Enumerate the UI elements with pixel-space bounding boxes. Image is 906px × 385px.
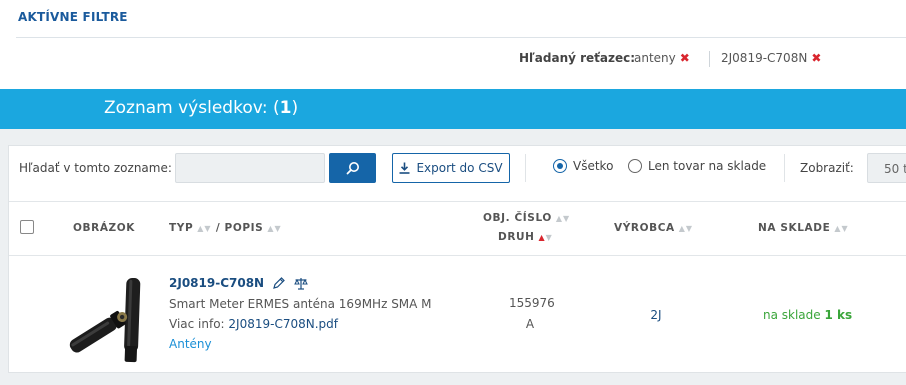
- column-header-order-no[interactable]: OBJ. ČÍSLO ▲▼: [483, 212, 570, 224]
- manufacturer-link[interactable]: 2J: [641, 308, 671, 322]
- header-slash: /: [211, 222, 225, 234]
- sort-arrows-icon[interactable]: ▲▼: [834, 224, 848, 233]
- filter-separator: [709, 51, 710, 67]
- sort-arrows-icon[interactable]: ▲▼: [679, 224, 693, 233]
- sort-arrows-icon[interactable]: ▲▼: [556, 214, 570, 223]
- search-icon: [346, 162, 359, 175]
- order-number: 155976: [509, 296, 555, 310]
- product-more-info: Viac info: 2J0819-C708N.pdf: [169, 317, 338, 331]
- toolbar-divider: [525, 154, 526, 182]
- show-count-label: Zobraziť:: [800, 161, 854, 175]
- product-kind: A: [525, 317, 535, 331]
- results-count: 1: [279, 98, 292, 118]
- column-header-manufacturer[interactable]: VÝROBCA ▲▼: [614, 222, 693, 234]
- stock-status: na sklade 1 ks: [763, 308, 853, 322]
- export-csv-label: Export do CSV: [416, 161, 503, 175]
- pencil-icon[interactable]: [272, 276, 286, 290]
- sort-arrows-icon[interactable]: ▲▼: [197, 224, 211, 233]
- search-in-list-input[interactable]: [175, 153, 325, 183]
- compare-scale-icon[interactable]: [294, 277, 308, 290]
- remove-filter-icon[interactable]: ✖: [811, 51, 821, 65]
- table-header: OBRÁZOK TYP ▲▼ / POPIS ▲▼ OBJ. ČÍSLO ▲▼ DRU…: [9, 202, 906, 256]
- product-category-link[interactable]: Antény: [169, 337, 212, 351]
- show-count-select[interactable]: 50 t: [867, 153, 906, 183]
- product-type: 2J0819-C708N: [169, 276, 308, 290]
- column-header-type-desc[interactable]: TYP ▲▼ / POPIS ▲▼: [169, 222, 282, 234]
- column-header-type[interactable]: TYP: [169, 222, 193, 234]
- filter-chip-text: anteny: [634, 51, 676, 65]
- sort-arrows-icon[interactable]: ▲▼: [267, 224, 281, 233]
- radio-in-stock-indicator[interactable]: [628, 159, 642, 173]
- column-header-stock[interactable]: NA SKLADE ▲▼: [758, 222, 849, 234]
- table-row: 2J0819-C708N Smart Meter ERMES anténa 16…: [9, 256, 906, 372]
- product-description: Smart Meter ERMES anténa 169MHz SMA M: [169, 297, 432, 311]
- stock-quantity: 1 ks: [824, 308, 853, 322]
- product-type-link[interactable]: 2J0819-C708N: [169, 276, 264, 290]
- search-in-list-label: Hľadať v tomto zozname:: [19, 161, 172, 175]
- radio-in-stock-label: Len tovar na sklade: [648, 159, 767, 173]
- results-header-bar: Zoznam výsledkov: (1): [0, 89, 906, 129]
- radio-all-indicator[interactable]: [553, 159, 567, 173]
- column-header-kind[interactable]: DRUH ▲▼: [498, 231, 553, 243]
- search-button[interactable]: [329, 153, 376, 183]
- filter-chip-part-number: 2J0819-C708N ✖: [721, 51, 821, 65]
- filter-chip-text: 2J0819-C708N: [721, 51, 808, 65]
- list-toolbar: Hľadať v tomto zozname: Export do CSV Vš…: [9, 146, 906, 202]
- filter-chip-anteny: anteny ✖: [634, 51, 690, 65]
- remove-filter-icon[interactable]: ✖: [680, 51, 690, 65]
- sort-arrows-active-icon[interactable]: ▲▼: [539, 233, 553, 242]
- active-filters-title: AKTÍVNE FILTRE: [18, 10, 128, 24]
- active-filters: Hľadaný reťazec: anteny ✖ 2J0819-C708N ✖: [0, 51, 906, 69]
- filters-divider: [16, 37, 906, 38]
- results-title: Zoznam výsledkov: (1): [104, 98, 299, 118]
- export-csv-button[interactable]: Export do CSV: [392, 153, 510, 183]
- radio-all[interactable]: Všetko: [553, 159, 613, 173]
- radio-all-label: Všetko: [573, 159, 614, 173]
- column-header-desc[interactable]: POPIS: [225, 222, 264, 234]
- datasheet-link[interactable]: 2J0819-C708N.pdf: [228, 317, 338, 331]
- toolbar-divider: [784, 154, 785, 182]
- select-all-checkbox[interactable]: [20, 220, 34, 234]
- search-string-label: Hľadaný reťazec:: [519, 51, 636, 65]
- radio-in-stock[interactable]: Len tovar na sklade: [628, 159, 766, 173]
- download-icon: [399, 162, 410, 174]
- results-panel: Hľadať v tomto zozname: Export do CSV Vš…: [8, 145, 906, 373]
- column-header-image: OBRÁZOK: [73, 222, 136, 234]
- product-image[interactable]: [61, 266, 151, 366]
